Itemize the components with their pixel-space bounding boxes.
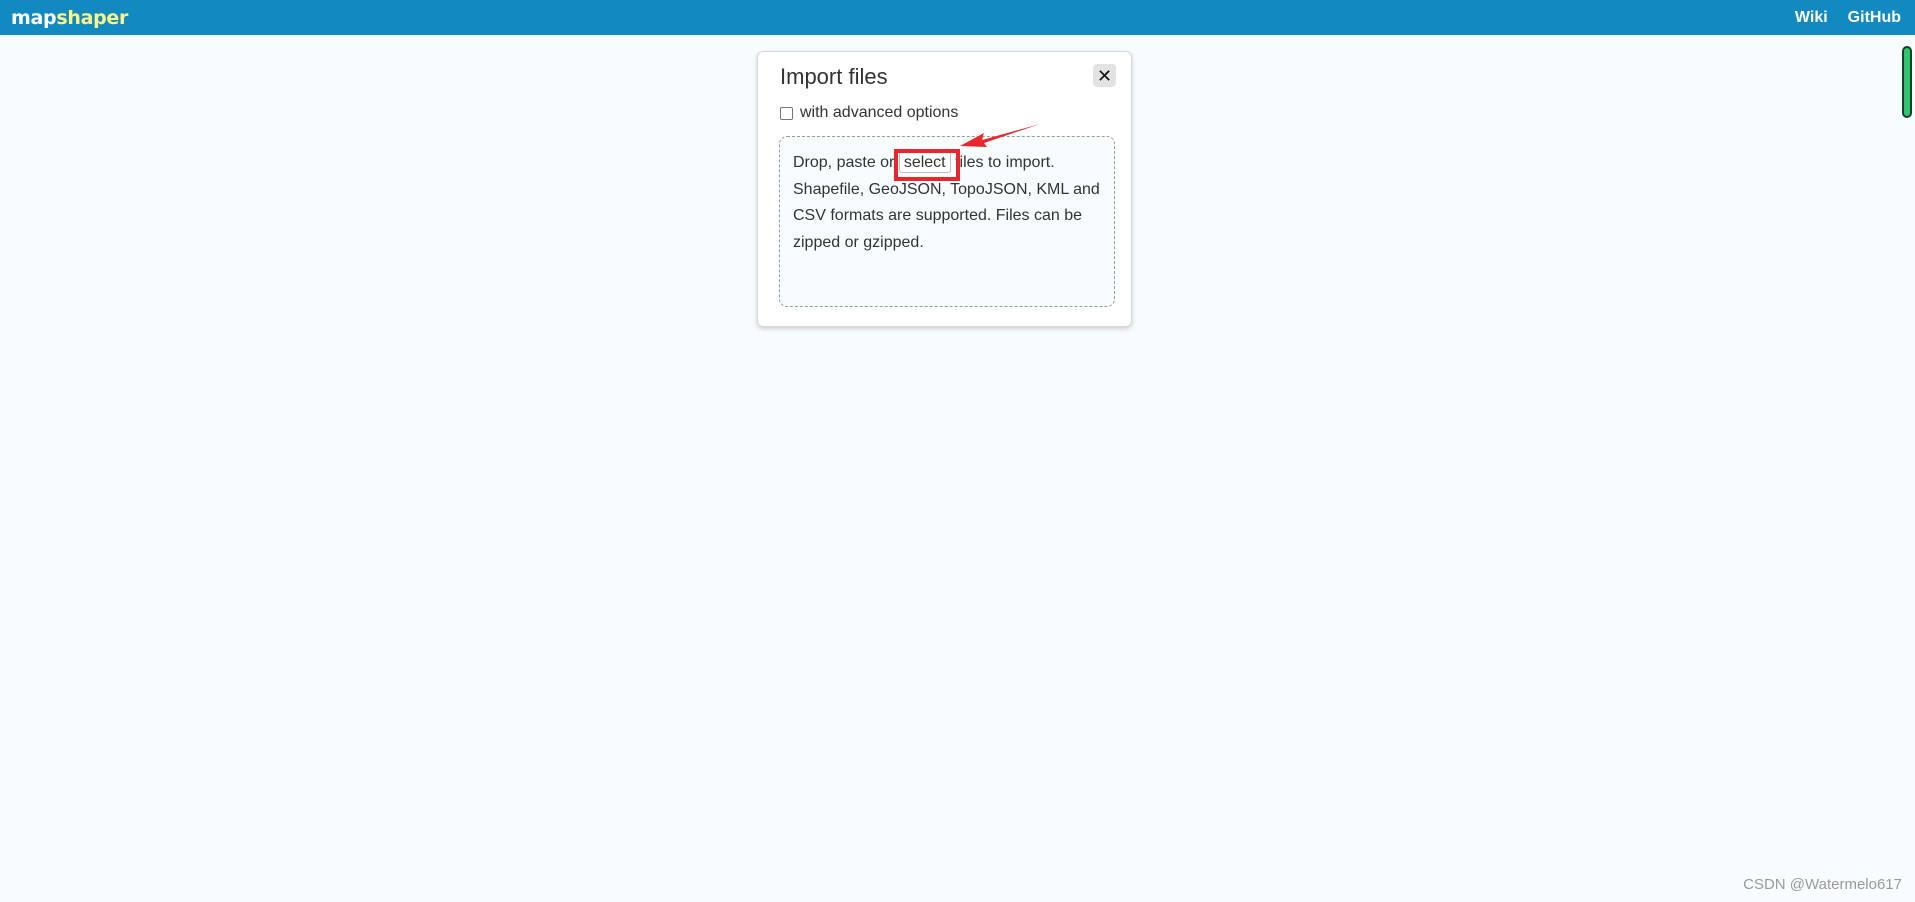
advanced-options-row[interactable]: with advanced options	[780, 104, 958, 122]
drop-text-before: Drop, paste or	[793, 154, 899, 171]
watermark: CSDN @Watermelo617	[1743, 876, 1902, 893]
scroll-indicator-fill	[1904, 48, 1910, 116]
annotation-arrow-icon	[960, 124, 1040, 147]
annotation-highlight-box	[894, 149, 960, 181]
scroll-indicator[interactable]	[1902, 46, 1912, 118]
logo: mapshaper	[11, 7, 128, 29]
top-nav: Wiki GitHub	[1795, 9, 1901, 27]
close-icon: ✕	[1096, 65, 1113, 86]
logo-part-map: map	[11, 6, 57, 29]
top-bar: mapshaper Wiki GitHub	[0, 0, 1915, 35]
close-button[interactable]: ✕	[1093, 64, 1116, 87]
github-link[interactable]: GitHub	[1848, 9, 1901, 27]
advanced-options-label: with advanced options	[800, 104, 959, 121]
wiki-link[interactable]: Wiki	[1795, 9, 1828, 27]
dialog-title: Import files	[780, 64, 888, 89]
import-dialog: Import files ✕ with advanced options Dro…	[757, 51, 1132, 327]
advanced-options-checkbox[interactable]	[780, 106, 793, 120]
mapshaper-page: mapshaper Wiki GitHub Import files ✕ wit…	[0, 0, 1915, 902]
logo-part-shaper: shaper	[56, 6, 129, 29]
